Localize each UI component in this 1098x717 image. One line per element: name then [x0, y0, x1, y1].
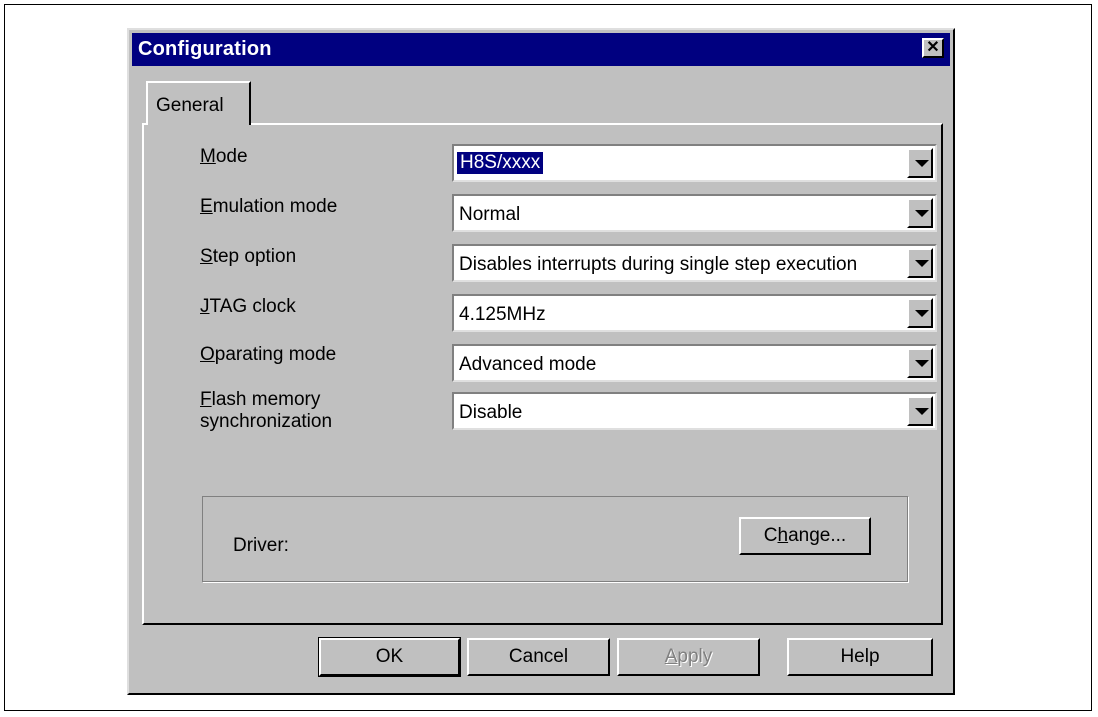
jtag-clock-dropdown-arrow-icon[interactable]	[907, 298, 933, 328]
operating-mode-select[interactable]: Advanced mode	[452, 344, 937, 382]
flash-memory-sync-select[interactable]: Disable	[452, 392, 937, 430]
flash-memory-sync-dropdown-arrow-icon[interactable]	[907, 396, 933, 426]
jtag-clock-select[interactable]: 4.125MHz	[452, 294, 937, 332]
cancel-button[interactable]: Cancel	[467, 638, 610, 676]
driver-label: Driver:	[233, 535, 289, 556]
step-option-label: Step option	[200, 246, 297, 267]
mode-select[interactable]: H8S/xxxx	[452, 144, 937, 182]
jtag-clock-label: JTAG clock	[200, 296, 296, 317]
ok-button[interactable]: OK	[318, 637, 461, 677]
close-button[interactable]: ✕	[922, 38, 944, 58]
operating-mode-value: Advanced mode	[459, 354, 597, 375]
step-option-dropdown-arrow-icon[interactable]	[907, 248, 933, 278]
emulation-mode-value: Normal	[459, 204, 521, 225]
flash-memory-sync-label: Flash memory synchronization	[200, 389, 333, 432]
emulation-mode-dropdown-arrow-icon[interactable]	[907, 198, 933, 228]
title-bar[interactable]: Configuration ✕	[132, 33, 950, 66]
mode-value: H8S/xxxx	[457, 152, 544, 174]
flash-memory-sync-value: Disable	[459, 402, 523, 423]
window-title: Configuration	[138, 38, 272, 60]
operating-mode-dropdown-arrow-icon[interactable]	[907, 348, 933, 378]
change-driver-button[interactable]: Change...	[739, 517, 871, 555]
help-button[interactable]: Help	[787, 638, 933, 676]
step-option-value: Disables interrupts during single step e…	[459, 254, 858, 275]
configuration-dialog: Configuration ✕ General Mode H8S/xxxx Em…	[127, 28, 955, 695]
apply-button[interactable]: Apply	[617, 638, 760, 676]
close-icon: ✕	[926, 39, 940, 56]
jtag-clock-value: 4.125MHz	[459, 304, 546, 325]
mode-dropdown-arrow-icon[interactable]	[907, 148, 933, 178]
tab-general[interactable]: General	[146, 81, 251, 125]
operating-mode-label: Oparating mode	[200, 344, 337, 365]
emulation-mode-label: Emulation mode	[200, 196, 338, 217]
mode-label: Mode	[200, 146, 248, 167]
step-option-select[interactable]: Disables interrupts during single step e…	[452, 244, 937, 282]
tab-general-label: General	[156, 95, 224, 116]
emulation-mode-select[interactable]: Normal	[452, 194, 937, 232]
